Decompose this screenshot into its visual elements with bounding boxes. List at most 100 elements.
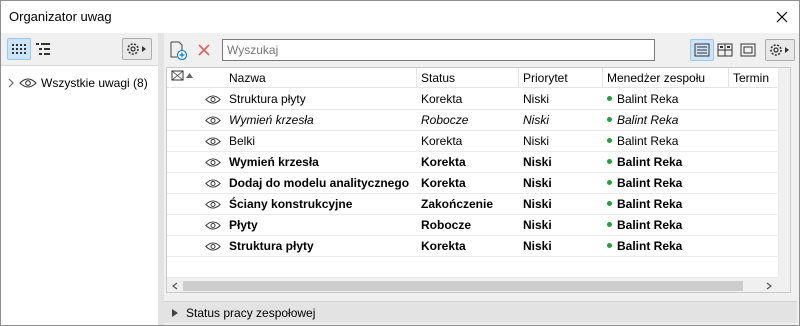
chevron-right-icon[interactable] bbox=[7, 78, 15, 88]
table-row[interactable]: Belki Korekta Niski Balint Reka bbox=[167, 131, 777, 152]
cell-manager: Balint Reka bbox=[603, 215, 729, 236]
cell-manager-text: Balint Reka bbox=[617, 113, 679, 127]
preview-view-button[interactable] bbox=[736, 39, 760, 61]
cell-priority: Niski bbox=[519, 173, 603, 194]
cell-status: Korekta bbox=[417, 152, 519, 173]
left-settings-button[interactable] bbox=[122, 38, 152, 60]
scroll-left-icon[interactable] bbox=[171, 282, 179, 290]
cell-name: Struktura płyty bbox=[225, 236, 417, 257]
cell-priority-text: Niski bbox=[523, 197, 552, 211]
right-settings-button[interactable] bbox=[765, 39, 795, 61]
cell-name-text: Struktura płyty bbox=[229, 239, 314, 253]
cell-status-text: Robocze bbox=[421, 113, 469, 127]
eye-icon[interactable] bbox=[205, 199, 221, 210]
eye-icon[interactable] bbox=[205, 220, 221, 231]
window-title: Organizator uwag bbox=[9, 9, 112, 24]
cell-status: Robocze bbox=[417, 110, 519, 131]
table-row[interactable]: Wymień krzesła Korekta Niski Balint Reka bbox=[167, 152, 777, 173]
visibility-toggle[interactable] bbox=[201, 152, 225, 173]
cell-priority: Niski bbox=[519, 152, 603, 173]
status-dot bbox=[607, 201, 612, 207]
table-row[interactable]: Struktura płyty Korekta Niski Balint Reka bbox=[167, 89, 777, 110]
cell-name-text: Belki bbox=[229, 134, 256, 148]
visibility-toggle[interactable] bbox=[201, 131, 225, 152]
visibility-toggle[interactable] bbox=[201, 236, 225, 257]
visibility-toggle[interactable] bbox=[201, 89, 225, 110]
delete-note-button[interactable] bbox=[192, 39, 216, 61]
cell-priority-text: Niski bbox=[523, 113, 549, 127]
scroll-thumb[interactable] bbox=[183, 281, 743, 291]
cell-manager-text: Balint Reka bbox=[617, 155, 683, 169]
column-header-priority[interactable]: Priorytet bbox=[519, 68, 603, 88]
cell-status-text: Korekta bbox=[421, 92, 463, 106]
delete-icon bbox=[198, 44, 210, 56]
eye-icon[interactable] bbox=[205, 136, 221, 147]
eye-icon[interactable] bbox=[205, 157, 221, 168]
table-row[interactable]: Wymień krzesła Robocze Niski Balint Reka bbox=[167, 110, 777, 131]
cell-status-text: Robocze bbox=[421, 218, 472, 232]
cell-name: Ściany konstrukcyjne bbox=[225, 194, 417, 215]
cell-manager-text: Balint Reka bbox=[617, 92, 679, 106]
cell-priority: Niski bbox=[519, 215, 603, 236]
cell-priority-text: Niski bbox=[523, 155, 552, 169]
eye-icon[interactable] bbox=[19, 77, 37, 89]
scroll-right-icon[interactable] bbox=[765, 282, 773, 290]
cell-name: Wymień krzesła bbox=[225, 152, 417, 173]
list-view-icon bbox=[694, 43, 710, 57]
tile-view-button[interactable] bbox=[713, 39, 737, 61]
visibility-toggle[interactable] bbox=[201, 194, 225, 215]
cell-manager-text: Balint Reka bbox=[617, 239, 683, 253]
cell-status-text: Korekta bbox=[421, 176, 466, 190]
table-row[interactable]: Struktura płyty Korekta Niski Balint Reka bbox=[167, 236, 777, 257]
right-panel: Nazwa Status Priorytet Menedżer zespołu … bbox=[164, 33, 799, 325]
cell-priority-text: Niski bbox=[523, 134, 549, 148]
list-view-button[interactable] bbox=[690, 39, 714, 61]
visibility-toggle[interactable] bbox=[201, 110, 225, 131]
search-input[interactable] bbox=[222, 39, 655, 61]
vertical-scrollbar[interactable] bbox=[778, 68, 790, 277]
tree-view-button[interactable] bbox=[31, 38, 55, 60]
close-button[interactable] bbox=[769, 4, 795, 30]
cell-name: Płyty bbox=[225, 215, 417, 236]
cell-name: Dodaj do modelu analitycznego bbox=[225, 173, 417, 194]
cell-name: Struktura płyty bbox=[225, 89, 417, 110]
eye-icon[interactable] bbox=[205, 115, 221, 126]
horizontal-scrollbar[interactable] bbox=[167, 277, 778, 292]
column-header-manager[interactable]: Menedżer zespołu bbox=[603, 68, 729, 88]
cell-priority-text: Niski bbox=[523, 176, 552, 190]
expand-triangle-icon[interactable] bbox=[172, 308, 178, 317]
column-header-name[interactable]: Nazwa bbox=[225, 68, 417, 88]
eye-icon[interactable] bbox=[205, 94, 221, 105]
status-dot bbox=[607, 96, 612, 102]
eye-icon[interactable] bbox=[205, 241, 221, 252]
left-panel: Wszystkie uwagi (8) bbox=[1, 33, 158, 325]
column-header-status[interactable]: Status bbox=[417, 68, 519, 88]
table-row[interactable]: Płyty Robocze Niski Balint Reka bbox=[167, 215, 777, 236]
cell-priority: Niski bbox=[519, 194, 603, 215]
left-toolbar bbox=[1, 33, 158, 63]
tile-view-icon bbox=[717, 43, 733, 57]
tree-item-all-notes[interactable]: Wszystkie uwagi (8) bbox=[7, 74, 148, 92]
cell-status: Robocze bbox=[417, 215, 519, 236]
scroll-corner bbox=[778, 277, 790, 292]
status-dot bbox=[607, 180, 612, 186]
column-picker-icon[interactable] bbox=[171, 68, 199, 82]
cell-priority: Niski bbox=[519, 131, 603, 152]
visibility-toggle[interactable] bbox=[201, 215, 225, 236]
status-dot bbox=[607, 243, 612, 249]
table-row[interactable]: Ściany konstrukcyjne Zakończenie Niski Bali… bbox=[167, 194, 777, 215]
visibility-toggle[interactable] bbox=[201, 173, 225, 194]
cell-manager: Balint Reka bbox=[603, 131, 729, 152]
close-icon bbox=[776, 11, 788, 23]
column-header-deadline[interactable]: Termin bbox=[729, 68, 777, 88]
add-note-button[interactable] bbox=[166, 39, 190, 61]
cell-status: Korekta bbox=[417, 173, 519, 194]
cell-manager: Balint Reka bbox=[603, 173, 729, 194]
grid-view-button[interactable] bbox=[7, 38, 31, 60]
eye-icon[interactable] bbox=[205, 178, 221, 189]
cell-name-text: Dodaj do modelu analitycznego bbox=[229, 176, 410, 190]
column-toggle[interactable] bbox=[167, 68, 225, 88]
cell-priority-text: Niski bbox=[523, 239, 552, 253]
teamwork-status-panel[interactable]: Status pracy zespołowej bbox=[164, 301, 797, 323]
table-row[interactable]: Dodaj do modelu analitycznego Korekta Nisk… bbox=[167, 173, 777, 194]
